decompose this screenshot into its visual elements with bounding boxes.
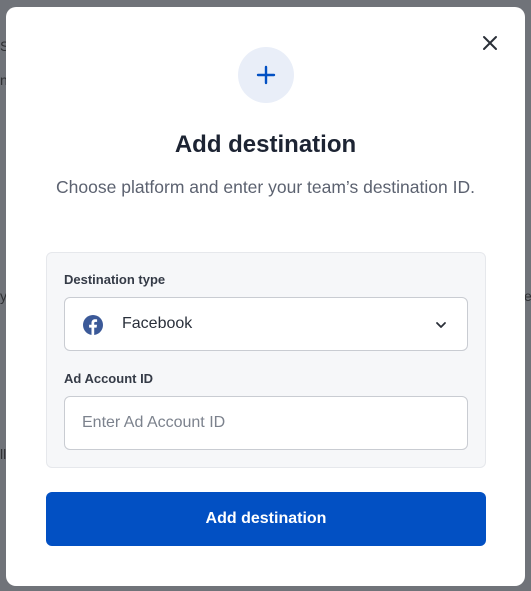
plus-icon — [256, 65, 276, 85]
ad-account-id-input[interactable] — [64, 396, 468, 450]
add-destination-button[interactable]: Add destination — [46, 492, 486, 546]
ad-account-id-label: Ad Account ID — [64, 371, 154, 386]
modal-subtitle: Choose platform and enter your team’s de… — [56, 177, 475, 197]
destination-type-select[interactable]: Facebook — [64, 297, 468, 351]
close-icon — [483, 36, 497, 50]
plus-badge — [238, 47, 294, 103]
close-button[interactable] — [478, 31, 502, 55]
chevron-down-icon — [436, 322, 446, 328]
background-fragment: e — [524, 288, 531, 304]
destination-form: Destination type Facebook Ad Account ID — [46, 252, 486, 468]
destination-type-label: Destination type — [64, 272, 166, 287]
modal-title: Add destination — [174, 131, 357, 158]
add-destination-modal: Add destination Choose platform and ente… — [6, 7, 525, 586]
facebook-icon — [83, 315, 103, 335]
destination-type-value: Facebook — [122, 315, 193, 332]
